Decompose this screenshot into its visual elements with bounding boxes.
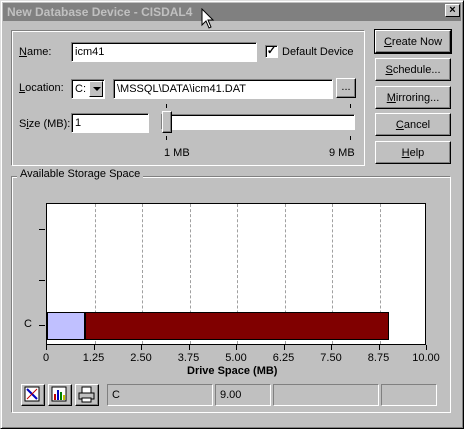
printer-icon <box>78 386 95 403</box>
status-size: 9.00 <box>215 384 271 406</box>
print-icon-button[interactable] <box>75 384 99 406</box>
y-tick <box>39 325 45 327</box>
x-tick-label: 1.25 <box>82 352 105 364</box>
x-tick-label: 3.75 <box>177 352 200 364</box>
x-tick-label: 0 <box>42 352 50 364</box>
status-drive: C <box>107 384 213 406</box>
default-device-checkbox[interactable]: ✓ <box>265 45 278 58</box>
default-device-label[interactable]: Default Device <box>282 46 354 58</box>
plot-area <box>46 203 426 345</box>
x-tick <box>378 345 380 350</box>
path-input[interactable]: \MSSQL\DATA\icm41.DAT <box>113 79 333 99</box>
slider-max-tick-bottom <box>350 136 351 140</box>
window-title: New Database Device - CISDAL4 <box>7 5 193 19</box>
bar-chart-icon <box>51 386 67 402</box>
slider-max-tick <box>350 104 351 108</box>
slider-min-tick <box>166 104 167 108</box>
chart-icon-button[interactable] <box>48 384 72 406</box>
x-tick <box>46 345 47 350</box>
chevron-down-icon[interactable] <box>89 81 103 97</box>
y-category-label: C <box>24 318 32 331</box>
dialog-window: New Database Device - CISDAL4 × Name: ic… <box>0 0 464 429</box>
y-tick <box>39 279 45 281</box>
drive-select-value: C: <box>75 83 86 95</box>
x-tick-label: 8.75 <box>367 352 390 364</box>
x-tick <box>236 345 237 350</box>
mouse-cursor-icon <box>201 8 215 29</box>
help-button[interactable]: Help <box>375 141 451 164</box>
x-tick-label: 10.00 <box>412 352 440 364</box>
close-button[interactable]: × <box>445 4 460 17</box>
x-tick-label: 6.25 <box>272 352 295 364</box>
y-tick <box>39 228 45 230</box>
cancel-button[interactable]: Cancel <box>375 113 451 136</box>
x-tick <box>141 345 142 350</box>
size-label: Size (MB): <box>19 118 71 130</box>
x-tick-label: 5.00 <box>225 352 247 364</box>
slider-min-label: 1 MB <box>164 147 190 159</box>
storage-group-title: Available Storage Space <box>17 168 144 180</box>
slider-thumb[interactable] <box>162 111 172 133</box>
status-empty-1 <box>273 384 379 406</box>
location-label: Location: <box>19 82 64 94</box>
mirroring-button[interactable]: Mirroring... <box>375 86 451 109</box>
slider-min-tick-bottom <box>166 136 167 140</box>
size-input[interactable]: 1 <box>71 113 149 133</box>
x-tick <box>283 345 285 350</box>
create-now-button[interactable]: Create Now <box>374 29 452 54</box>
x-tick-label: 2.50 <box>130 352 152 364</box>
bar-used-space <box>85 312 389 341</box>
x-axis-label: Drive Space (MB) <box>187 365 278 377</box>
tool-icon-button[interactable] <box>21 384 45 406</box>
browse-button[interactable]: ... <box>336 78 356 98</box>
bar-new-device <box>47 312 85 341</box>
x-tick <box>331 345 332 350</box>
x-tick <box>426 345 427 350</box>
status-bar: C 9.00 <box>15 382 439 408</box>
x-tick <box>93 345 95 350</box>
size-slider[interactable] <box>161 114 355 130</box>
title-bar[interactable]: New Database Device - CISDAL4 <box>3 3 461 21</box>
schedule-button[interactable]: Schedule... <box>375 58 451 81</box>
storage-chart: 0 1.25 2.50 3.75 5.00 6.25 7.50 8.75 10.00 C Driv… <box>15 185 440 381</box>
name-input[interactable]: icm41 <box>71 42 257 62</box>
wand-icon <box>24 386 40 402</box>
x-tick <box>188 345 190 350</box>
name-label: Name: <box>19 46 52 58</box>
x-tick-label: 7.50 <box>320 352 342 364</box>
status-empty-2 <box>381 384 437 406</box>
drive-select[interactable]: C: <box>71 79 105 99</box>
slider-max-label: 9 MB <box>329 147 355 159</box>
